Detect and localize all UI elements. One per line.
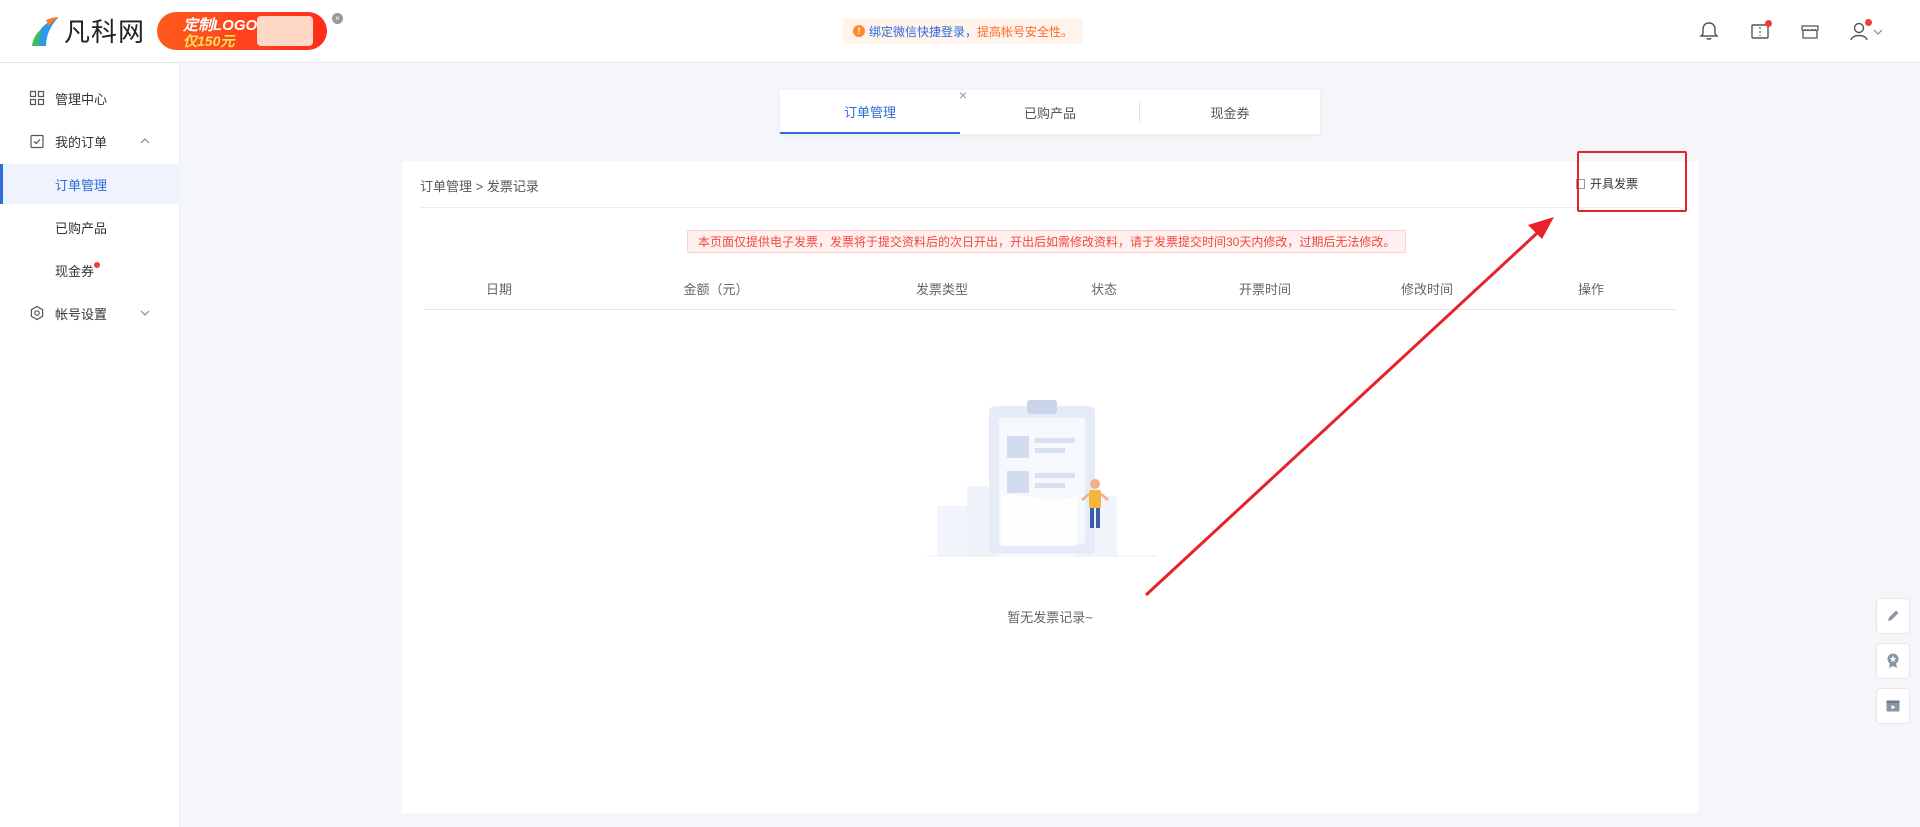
user-chevron-down-icon[interactable]: [1873, 28, 1883, 36]
pencil-icon: [1888, 610, 1899, 621]
column-header-amount: 金额（元）: [683, 282, 749, 297]
grid-icon: [29, 90, 45, 106]
sidebar-item-order-management[interactable]: 订单管理: [0, 164, 180, 204]
sidebar-item-label: 管理中心: [55, 91, 108, 107]
logo-mark-icon: [32, 16, 59, 46]
sidebar-item-management-center[interactable]: 管理中心: [0, 78, 180, 118]
notice-link[interactable]: 绑定微信快捷登录，: [869, 23, 977, 40]
tab-purchased-products[interactable]: 已购产品: [960, 90, 1140, 134]
tab-coupons[interactable]: 现金券: [1140, 90, 1320, 134]
column-header-status: 状态: [1090, 282, 1118, 297]
column-header-date: 日期: [485, 282, 513, 297]
user-badge: [1865, 19, 1872, 26]
notice-text: 提高帐号安全性。: [977, 24, 1074, 39]
sidebar-item-purchased-products[interactable]: 已购产品: [0, 207, 180, 247]
bell-icon[interactable]: [1698, 20, 1720, 42]
column-header-actions: 操作: [1577, 282, 1605, 297]
coupon-badge: [94, 262, 100, 268]
promo-close-icon[interactable]: ×: [332, 13, 343, 24]
empty-state-text: 暂无发票记录~: [1007, 610, 1093, 625]
sidebar-item-account-settings[interactable]: 帐号设置: [0, 293, 180, 333]
promo-illustration: [257, 16, 313, 46]
breadcrumb: 订单管理 > 发票记录: [420, 179, 539, 194]
annotation-arrow-icon: [1144, 217, 1554, 597]
annotation-highlight-box: [1577, 151, 1687, 212]
sidebar: 管理中心 我的订单 订单管理 已购产品 现金券 帐号设置: [0, 63, 180, 827]
logo[interactable]: 凡科网: [30, 12, 145, 49]
logo-text: 凡科网: [64, 18, 146, 48]
sidebar-item-label: 帐号设置: [55, 306, 108, 322]
badge-icon: [1887, 653, 1899, 668]
chevron-down-icon: [140, 310, 150, 316]
award-button[interactable]: [1876, 643, 1910, 679]
sidebar-item-label: 订单管理: [55, 177, 108, 193]
empty-state-clipboard-icon: [927, 400, 1157, 557]
settings-icon: [30, 305, 44, 321]
sidebar-item-my-orders[interactable]: 我的订单: [0, 121, 180, 161]
clipboard-icon: [30, 134, 44, 149]
tab-label: 订单管理: [843, 104, 896, 120]
ticket-badge: [1765, 20, 1772, 27]
top-header: 凡科网 定制LOGO 仅150元 × ! 绑定微信快捷登录， 提高帐号安全性。: [0, 0, 1920, 63]
wechat-bind-notice[interactable]: ! 绑定微信快捷登录， 提高帐号安全性。: [843, 18, 1084, 44]
tab-label: 已购产品: [1023, 105, 1076, 121]
order-tabs: 订单管理 已购产品 现金券: [780, 90, 1320, 134]
sidebar-item-label: 我的订单: [55, 134, 108, 150]
info-icon: !: [853, 25, 865, 37]
sidebar-item-label: 现金券: [55, 263, 95, 279]
sidebar-item-label: 已购产品: [55, 220, 108, 236]
promo-banner[interactable]: 定制LOGO 仅150元: [157, 12, 327, 50]
chevron-up-icon: [140, 138, 150, 144]
promo-line2: 仅150元: [183, 33, 235, 49]
video-button[interactable]: [1876, 688, 1910, 724]
tab-order-management[interactable]: 订单管理: [780, 90, 960, 134]
sidebar-item-coupons[interactable]: 现金券: [0, 250, 180, 290]
tab-label: 现金券: [1210, 105, 1250, 121]
column-header-invoice-type: 发票类型: [915, 282, 969, 297]
play-icon: [1886, 700, 1900, 712]
store-icon[interactable]: [1799, 20, 1821, 42]
feedback-button[interactable]: [1876, 598, 1910, 634]
tab-close-icon[interactable]: ×: [959, 87, 967, 103]
